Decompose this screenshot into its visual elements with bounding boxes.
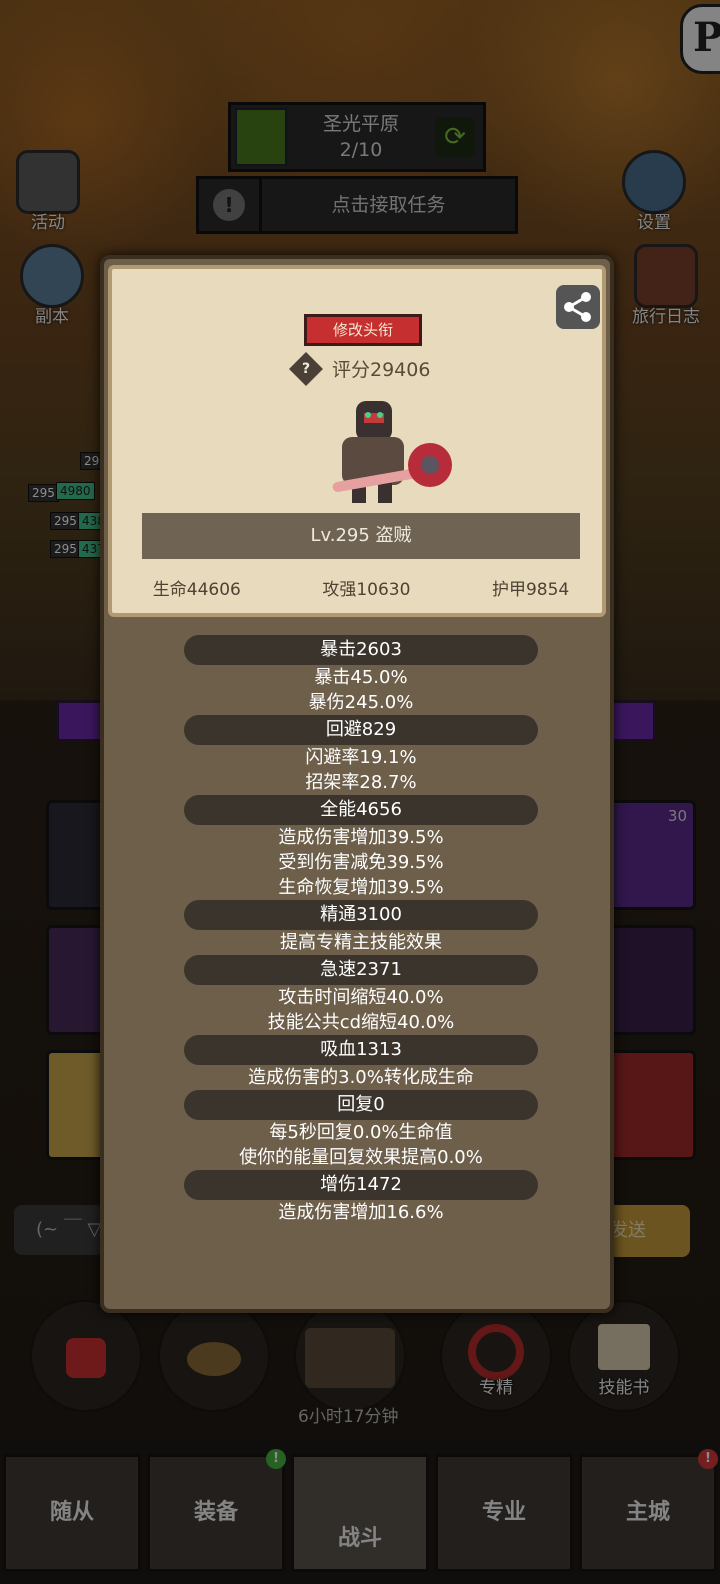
damage-bonus-header: 增伤1472 <box>184 1170 538 1200</box>
score-value: 评分29406 <box>332 359 431 381</box>
stat-detail: 造成伤害的3.0%转化成生命 <box>248 1067 474 1088</box>
armor-stat: 护甲9854 <box>491 580 570 600</box>
stat-detail: 提高专精主技能效果 <box>280 932 442 953</box>
share-icon <box>564 292 591 322</box>
secondary-stats-list: 暴击2603 暴击45.0% 暴伤245.0% 回避829 闪避率19.1% 招… <box>104 635 618 1225</box>
hp-stat: 生命44606 <box>152 580 241 600</box>
character-stats-modal: 修改头衔 ? 评分29406 Lv.295 盗贼 生命44606 攻强10630… <box>100 255 614 1313</box>
avoidance-header: 回避829 <box>184 715 538 745</box>
lifesteal-header: 吸血1313 <box>184 1035 538 1065</box>
mastery-header: 精通3100 <box>184 900 538 930</box>
stat-detail: 闪避率19.1% <box>305 747 417 768</box>
stat-detail: 技能公共cd缩短40.0% <box>267 1012 455 1033</box>
share-button[interactable] <box>556 285 600 329</box>
regen-header: 回复0 <box>184 1090 538 1120</box>
help-icon[interactable]: ? <box>289 351 323 386</box>
versatility-header: 全能4656 <box>184 795 538 825</box>
stat-detail: 暴击45.0% <box>314 667 408 688</box>
stat-detail: 招架率28.7% <box>305 772 417 793</box>
profile-panel: 修改头衔 ? 评分29406 Lv.295 盗贼 生命44606 攻强10630… <box>108 265 606 617</box>
base-stats-row: 生命44606 攻强10630 护甲9854 <box>112 575 610 600</box>
score-row: ? 评分29406 <box>289 351 431 386</box>
stat-detail: 每5秒回复0.0%生命值 <box>269 1122 453 1143</box>
crit-header: 暴击2603 <box>184 635 538 665</box>
stat-detail: 攻击时间缩短40.0% <box>278 987 444 1008</box>
stat-detail: 使你的能量回复效果提高0.0% <box>239 1147 483 1168</box>
stat-detail: 受到伤害减免39.5% <box>278 852 444 873</box>
stat-detail: 造成伤害增加39.5% <box>278 827 444 848</box>
haste-header: 急速2371 <box>184 955 538 985</box>
stat-detail: 暴伤245.0% <box>308 692 414 713</box>
edit-title-button[interactable]: 修改头衔 <box>304 314 422 346</box>
character-avatar <box>332 401 452 503</box>
attack-power-stat: 攻强10630 <box>322 580 411 600</box>
level-class-strip: Lv.295 盗贼 <box>142 513 580 559</box>
stat-detail: 造成伤害增加16.6% <box>278 1202 444 1223</box>
stat-detail: 生命恢复增加39.5% <box>278 877 444 898</box>
